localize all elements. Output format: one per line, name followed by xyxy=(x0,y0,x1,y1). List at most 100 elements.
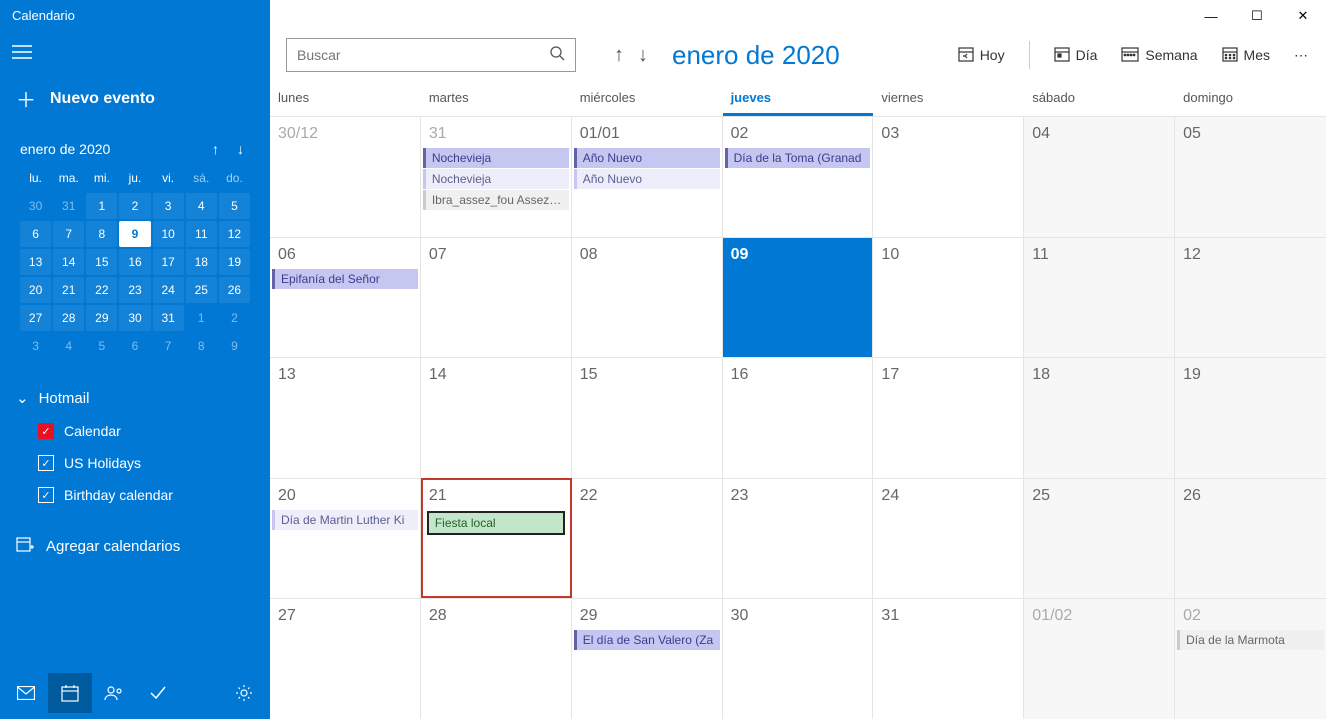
more-icon[interactable]: ⋯ xyxy=(1294,47,1310,64)
mini-cal-day[interactable]: 4 xyxy=(53,333,84,359)
day-cell[interactable]: 06Epifanía del Señor xyxy=(270,237,421,358)
mini-cal-day[interactable]: 21 xyxy=(53,277,84,303)
mini-cal-day[interactable]: 3 xyxy=(153,193,184,219)
mini-cal-day[interactable]: 9 xyxy=(219,333,250,359)
mini-cal-prev-icon[interactable]: ↑ xyxy=(212,141,219,157)
day-cell[interactable]: 08 xyxy=(572,237,723,358)
calendar-event[interactable]: Día de la Toma (Granad xyxy=(725,148,871,168)
day-cell[interactable]: 04 xyxy=(1024,116,1175,237)
day-cell[interactable]: 29El día de San Valero (Za xyxy=(572,598,723,719)
mini-cal-day[interactable]: 15 xyxy=(86,249,117,275)
mini-cal-day[interactable]: 8 xyxy=(186,333,217,359)
calendar-event[interactable]: El día de San Valero (Za xyxy=(574,630,720,650)
month-view-button[interactable]: Mes xyxy=(1222,46,1270,65)
prev-period-icon[interactable]: ↑ xyxy=(614,44,624,67)
calendar-item[interactable]: US Holidays xyxy=(16,447,254,479)
calendar-event[interactable]: Nochevieja xyxy=(423,169,569,189)
day-cell[interactable]: 18 xyxy=(1024,357,1175,478)
day-cell[interactable]: 23 xyxy=(723,478,874,599)
mini-cal-title[interactable]: enero de 2020 xyxy=(20,141,212,157)
mini-cal-day[interactable]: 18 xyxy=(186,249,217,275)
day-cell[interactable]: 28 xyxy=(421,598,572,719)
search-icon[interactable] xyxy=(549,45,565,66)
settings-icon[interactable] xyxy=(222,673,266,713)
mini-cal-day[interactable]: 5 xyxy=(86,333,117,359)
mini-cal-day[interactable]: 11 xyxy=(186,221,217,247)
day-cell[interactable]: 13 xyxy=(270,357,421,478)
mini-cal-day[interactable]: 14 xyxy=(53,249,84,275)
mini-cal-day[interactable]: 3 xyxy=(20,333,51,359)
mini-cal-day[interactable]: 7 xyxy=(53,221,84,247)
mini-cal-day[interactable]: 27 xyxy=(20,305,51,331)
people-icon[interactable] xyxy=(92,673,136,713)
calendar-event[interactable]: Fiesta local xyxy=(427,511,565,535)
day-cell[interactable]: 15 xyxy=(572,357,723,478)
mini-cal-day[interactable]: 20 xyxy=(20,277,51,303)
day-cell[interactable]: 16 xyxy=(723,357,874,478)
mail-icon[interactable] xyxy=(4,673,48,713)
new-event-button[interactable]: ＋ Nuevo evento xyxy=(0,74,270,129)
today-button[interactable]: Hoy xyxy=(958,46,1005,65)
mini-cal-day[interactable]: 2 xyxy=(219,305,250,331)
mini-cal-day[interactable]: 12 xyxy=(219,221,250,247)
hamburger-button[interactable] xyxy=(0,31,270,74)
calendar-event[interactable]: Nochevieja xyxy=(423,148,569,168)
day-cell[interactable]: 10 xyxy=(873,237,1024,358)
calendar-event[interactable]: Año Nuevo xyxy=(574,169,720,189)
mini-cal-next-icon[interactable]: ↓ xyxy=(237,141,244,157)
mini-cal-day[interactable]: 5 xyxy=(219,193,250,219)
day-cell[interactable]: 31NocheviejaNocheviejaIbra_assez_fou Ass… xyxy=(421,116,572,237)
calendar-event[interactable]: Día de Martin Luther Ki xyxy=(272,510,418,530)
day-cell[interactable]: 21Fiesta local xyxy=(421,478,572,599)
month-title[interactable]: enero de 2020 xyxy=(672,40,840,71)
calendar-item[interactable]: Birthday calendar xyxy=(16,479,254,511)
day-cell[interactable]: 27 xyxy=(270,598,421,719)
mini-cal-day[interactable]: 19 xyxy=(219,249,250,275)
calendar-event[interactable]: Ibra_assez_fou Assez's b xyxy=(423,190,569,210)
next-period-icon[interactable]: ↓ xyxy=(638,44,648,67)
calendar-event[interactable]: Año Nuevo xyxy=(574,148,720,168)
day-cell[interactable]: 09 xyxy=(723,237,874,358)
close-button[interactable]: ✕ xyxy=(1280,0,1326,32)
mini-cal-day[interactable]: 30 xyxy=(119,305,150,331)
search-box[interactable] xyxy=(286,38,576,72)
checkbox-icon[interactable] xyxy=(38,487,54,503)
day-cell[interactable]: 17 xyxy=(873,357,1024,478)
mini-cal-day[interactable]: 31 xyxy=(153,305,184,331)
checkbox-icon[interactable] xyxy=(38,423,54,439)
mini-cal-day[interactable]: 4 xyxy=(186,193,217,219)
day-cell[interactable]: 25 xyxy=(1024,478,1175,599)
week-view-button[interactable]: Semana xyxy=(1121,46,1197,65)
search-input[interactable] xyxy=(297,47,549,63)
mini-cal-day[interactable]: 9 xyxy=(119,221,150,247)
mini-cal-day[interactable]: 8 xyxy=(86,221,117,247)
day-cell[interactable]: 01/01Año NuevoAño Nuevo xyxy=(572,116,723,237)
add-calendars-button[interactable]: Agregar calendarios xyxy=(0,519,270,573)
mini-cal-day[interactable]: 31 xyxy=(53,193,84,219)
mini-cal-day[interactable]: 16 xyxy=(119,249,150,275)
day-cell[interactable]: 31 xyxy=(873,598,1024,719)
maximize-button[interactable]: ☐ xyxy=(1234,0,1280,32)
day-cell[interactable]: 24 xyxy=(873,478,1024,599)
todo-icon[interactable] xyxy=(136,673,180,713)
day-cell[interactable]: 01/02 xyxy=(1024,598,1175,719)
mini-cal-day[interactable]: 10 xyxy=(153,221,184,247)
mini-cal-day[interactable]: 1 xyxy=(186,305,217,331)
minimize-button[interactable]: — xyxy=(1188,0,1234,32)
day-cell[interactable]: 11 xyxy=(1024,237,1175,358)
day-cell[interactable]: 22 xyxy=(572,478,723,599)
day-view-button[interactable]: Día xyxy=(1054,46,1098,65)
mini-cal-day[interactable]: 6 xyxy=(20,221,51,247)
day-cell[interactable]: 30/12 xyxy=(270,116,421,237)
mini-cal-day[interactable]: 25 xyxy=(186,277,217,303)
mini-cal-day[interactable]: 13 xyxy=(20,249,51,275)
mini-cal-day[interactable]: 28 xyxy=(53,305,84,331)
day-cell[interactable]: 30 xyxy=(723,598,874,719)
day-cell[interactable]: 12 xyxy=(1175,237,1326,358)
day-cell[interactable]: 20Día de Martin Luther Ki xyxy=(270,478,421,599)
mini-cal-day[interactable]: 23 xyxy=(119,277,150,303)
day-cell[interactable]: 19 xyxy=(1175,357,1326,478)
mini-cal-day[interactable]: 26 xyxy=(219,277,250,303)
calendar-item[interactable]: Calendar xyxy=(16,415,254,447)
mini-cal-day[interactable]: 7 xyxy=(153,333,184,359)
